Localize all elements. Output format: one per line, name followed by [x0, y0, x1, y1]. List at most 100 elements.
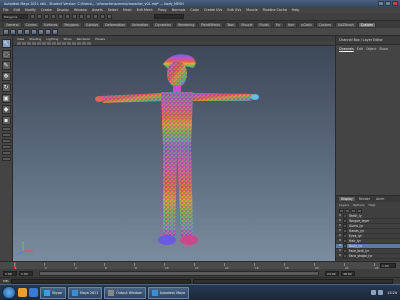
new-scene-icon[interactable] [30, 14, 35, 19]
render-icon[interactable] [93, 14, 98, 19]
menu-item[interactable]: Muscle [246, 8, 257, 12]
time-slider[interactable]: 1.00 1 2 4 6 8 10 12 14 16 18 20 22 24 [0, 261, 400, 270]
panel-menu-item[interactable]: Shading [29, 37, 41, 41]
layer-display-type[interactable] [343, 239, 347, 243]
shelf-tab[interactable]: PaintEffects [198, 21, 224, 28]
shelf-tab[interactable]: Subdivs [82, 21, 102, 28]
save-scene-icon[interactable] [44, 14, 49, 19]
select-component-icon[interactable] [65, 14, 70, 19]
xray-icon[interactable] [82, 41, 86, 45]
layer-visibility-toggle[interactable]: V [338, 244, 342, 248]
rotate-tool-icon[interactable]: ↻ [1, 83, 11, 92]
range-bar[interactable] [39, 270, 319, 276]
layer-display-type[interactable] [343, 214, 347, 218]
layer-display-type[interactable] [343, 229, 347, 233]
menu-item[interactable]: Display [57, 8, 69, 12]
layer-editor-tab[interactable]: Anim [374, 197, 386, 201]
shelf-tool-icon[interactable] [10, 28, 16, 35]
shelf-tab[interactable]: Muscle [238, 21, 256, 28]
panel-menu-item[interactable]: Renderer [77, 37, 91, 41]
menu-item[interactable]: Proxy [158, 8, 167, 12]
taskbar-button[interactable]: Maya 2011 [67, 286, 103, 299]
playback-end-field[interactable]: 24.00 [325, 270, 339, 276]
snap-point-icon[interactable] [86, 14, 91, 19]
shelf-tab[interactable]: GoZBrush [334, 21, 357, 28]
ipr-render-icon[interactable] [100, 14, 105, 19]
manipulator-icon[interactable]: ◆ [1, 105, 11, 114]
channel-box-tab[interactable]: Object [366, 47, 376, 51]
taskbar-button[interactable]: Autodesk Maya [147, 286, 190, 299]
clock[interactable]: 13:24 [387, 291, 397, 295]
wireframe-icon[interactable] [57, 41, 61, 45]
menu-item[interactable]: Pipeline Cache [263, 8, 287, 12]
open-scene-icon[interactable] [37, 14, 42, 19]
channel-box-tab[interactable]: Channels [339, 47, 354, 51]
playback-start-field[interactable]: 1.00 [19, 270, 33, 276]
current-frame-field[interactable]: 1.00 [380, 263, 396, 268]
layout-four-icon[interactable] [1, 133, 11, 137]
command-input[interactable] [11, 278, 192, 284]
menu-item[interactable]: Select [108, 8, 118, 12]
start-time-field[interactable]: 1.00 [3, 270, 17, 276]
grid-icon[interactable] [37, 41, 41, 45]
volume-icon[interactable] [378, 290, 384, 295]
film-gate-icon[interactable] [42, 41, 46, 45]
menu-item[interactable]: Help [292, 8, 300, 12]
menu-item[interactable]: Normals [172, 8, 186, 12]
shelf-tab[interactable]: Curves [22, 21, 40, 28]
panel-menu-item[interactable]: Show [63, 37, 71, 41]
menu-item[interactable]: Modify [25, 8, 36, 12]
shelf-tool-icon[interactable] [31, 28, 37, 35]
shelf-tab[interactable]: Fluids [256, 21, 272, 28]
lasso-tool-icon[interactable]: ◌ [1, 50, 11, 59]
snap-grid-icon[interactable] [72, 14, 77, 19]
camera-icon[interactable] [17, 41, 21, 45]
layer-visibility-toggle[interactable]: V [338, 249, 342, 253]
channel-box-tab[interactable]: Edit [357, 47, 363, 51]
menu-item[interactable]: Color [190, 8, 199, 12]
maximize-button[interactable] [385, 1, 391, 6]
layout-hypershade-icon[interactable] [1, 157, 11, 161]
last-tool-icon[interactable]: ▪ [1, 116, 11, 125]
start-button[interactable] [2, 286, 16, 299]
shelf-tab[interactable]: Custom [357, 21, 376, 28]
channel-box-tab[interactable]: Show [379, 47, 388, 51]
select-hierarchy-icon[interactable] [51, 14, 56, 19]
layout-graph-icon[interactable] [1, 151, 11, 155]
layer-row[interactable]: V Face_shape_lyr [336, 254, 400, 259]
taskbar-button[interactable]: Skype [40, 286, 66, 299]
network-icon[interactable] [371, 290, 377, 295]
shelf-tab[interactable]: Dynamics [152, 21, 175, 28]
menu-item[interactable]: Create UVs [204, 8, 222, 12]
menu-set-dropdown[interactable]: Polygons [2, 14, 28, 19]
layer-menu-item[interactable]: Options [353, 203, 365, 207]
lights-icon[interactable] [72, 41, 76, 45]
move-layer-down-icon[interactable] [345, 209, 350, 213]
perspective-viewport[interactable] [13, 46, 335, 261]
smooth-shade-icon[interactable] [62, 41, 66, 45]
layer-menu-item[interactable]: Layers [339, 203, 349, 207]
taskbar-button[interactable]: Output Window [104, 286, 146, 299]
gate-mask-icon[interactable] [52, 41, 56, 45]
layout-outliner-icon[interactable] [1, 145, 11, 149]
layer-visibility-toggle[interactable]: V [338, 224, 342, 228]
textured-icon[interactable] [67, 41, 71, 45]
shelf-tab[interactable]: General [3, 21, 22, 28]
shelf-tool-icon[interactable] [45, 28, 51, 35]
isolate-icon[interactable] [87, 41, 91, 45]
panel-menu-item[interactable]: View [17, 37, 24, 41]
layer-visibility-toggle[interactable]: V [338, 254, 342, 258]
paint-select-icon[interactable]: ✎ [1, 61, 11, 70]
shadows-icon[interactable] [77, 41, 81, 45]
mel-label[interactable]: MEL [3, 279, 9, 283]
panel-menu-item[interactable]: Panels [95, 37, 105, 41]
layout-single-icon[interactable] [1, 127, 11, 131]
panel-menu-item[interactable]: Lighting [46, 37, 58, 41]
layer-visibility-toggle[interactable]: V [338, 219, 342, 223]
bookmark-icon[interactable] [27, 41, 31, 45]
shelf-tab[interactable]: nCloth [298, 21, 315, 28]
shelf-tab[interactable]: Custom [315, 21, 334, 28]
close-button[interactable] [392, 1, 398, 6]
shelf-tab[interactable]: Hair [284, 21, 298, 28]
layer-visibility-toggle[interactable]: V [338, 239, 342, 243]
